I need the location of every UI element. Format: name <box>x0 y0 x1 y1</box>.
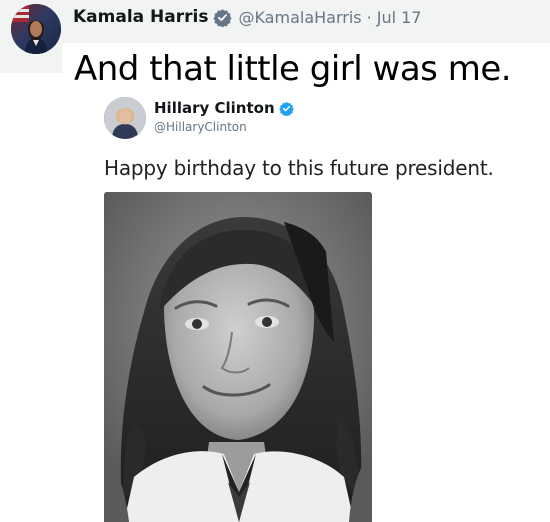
author-line: Kamala Harris @KamalaHarris · Jul 17 <box>73 6 421 28</box>
childhood-portrait-image <box>104 192 372 522</box>
quoted-author-line: Hillary Clinton <box>154 99 294 117</box>
quoted-tweet-text: Happy birthday to this future president. <box>104 156 494 180</box>
verified-badge-icon <box>213 8 233 28</box>
author-handle[interactable]: @KamalaHarris <box>238 8 361 27</box>
tweet-date[interactable]: Jul 17 <box>377 8 422 27</box>
quoted-author-name[interactable]: Hillary Clinton <box>154 99 275 117</box>
quoted-avatar[interactable] <box>104 97 146 139</box>
kamala-harris-avatar-icon <box>11 4 61 54</box>
quoted-author-handle[interactable]: @HillaryClinton <box>154 120 247 134</box>
tweet-screenshot: Kamala Harris @KamalaHarris · Jul 17 And… <box>0 0 550 522</box>
hillary-clinton-avatar-icon <box>104 97 146 139</box>
author-name[interactable]: Kamala Harris <box>73 7 208 27</box>
quoted-tweet-photo[interactable] <box>104 192 372 522</box>
verified-badge-icon <box>278 101 294 116</box>
separator-dot: · <box>366 7 372 27</box>
avatar[interactable] <box>11 4 61 54</box>
tweet-text: And that little girl was me. <box>74 49 512 89</box>
